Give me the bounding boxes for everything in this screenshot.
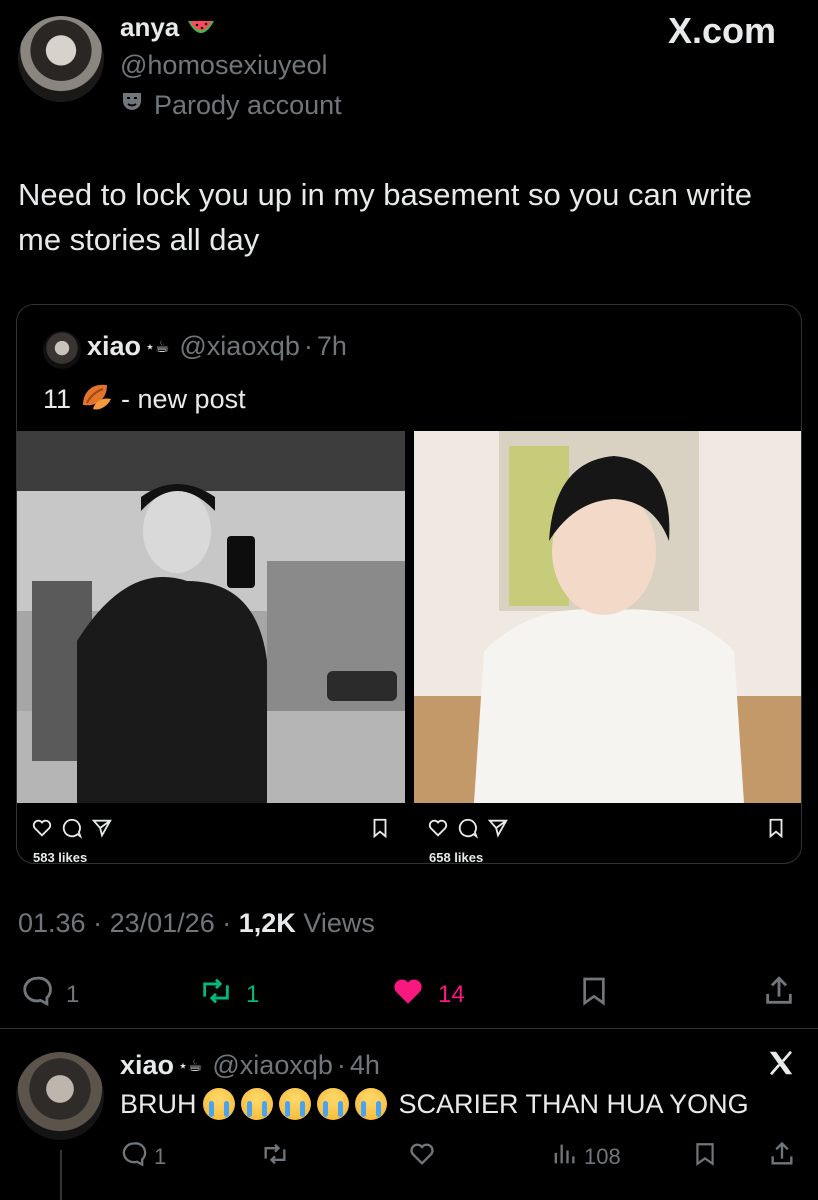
quoted-tweet-card[interactable]: xiao ⋆☕ @xiaoxqb · 7h 11 - new post 583 … [16,304,802,864]
quoted-photo-portrait[interactable] [414,431,801,803]
heart-filled-icon [390,974,426,1015]
thread-line [60,1150,62,1200]
theater-mask-icon [120,90,144,121]
loudly-crying-face-icon [202,1088,235,1120]
reply-like-button[interactable] [408,1140,436,1174]
reply-repost-button[interactable] [260,1140,290,1174]
reply-author-avatar[interactable] [16,1052,104,1140]
quoted-author-handle[interactable]: @xiaoxqb [179,331,299,362]
quoted-text: 11 - new post [43,381,246,418]
watermelon-icon [187,12,215,42]
quoted-time[interactable]: 7h [317,331,347,362]
reply-time[interactable]: 4h [350,1050,380,1081]
comment-icon[interactable] [61,817,83,844]
photo1-action-row [31,815,391,845]
loudly-crying-face-icon [240,1088,273,1120]
tweet-date[interactable]: 23/01/26 [110,908,215,938]
quoted-text-prefix: 11 [43,384,72,414]
send-icon[interactable] [487,817,509,844]
engagement-bar: 1 1 14 [0,966,818,1016]
bookmark-icon[interactable] [369,817,391,844]
separator-dot: · [336,1050,346,1080]
share-button[interactable] [762,974,796,1015]
author-avatar[interactable] [18,16,104,102]
reply-reply-count: 1 [154,1144,167,1169]
repost-count: 1 [246,980,260,1008]
bookmark-icon [578,974,610,1015]
tweet-text: Need to lock you up in my basement so yo… [18,177,753,257]
x-logo-icon [766,1048,796,1083]
bookmark-icon[interactable] [765,817,787,844]
analytics-icon [550,1140,578,1174]
heart-outline-icon [408,1140,436,1174]
repost-icon [198,974,234,1015]
reply-reply-button[interactable]: 1 [120,1140,166,1174]
reply-views-button[interactable]: 108 [550,1140,621,1174]
fallen-leaf-icon [79,381,113,418]
divider [0,1028,818,1029]
reply-count: 1 [66,980,80,1008]
quoted-photo-gym-selfie[interactable] [17,431,405,803]
quoted-author-name[interactable]: xiao [87,331,141,362]
separator-dot: · [222,908,232,938]
reply-bookmark-button[interactable] [692,1140,718,1174]
reply-text: BRUH SCARIER THAN HUA YONG [120,1088,749,1120]
quoted-author-row[interactable]: xiao ⋆☕ @xiaoxqb · 7h [87,331,347,362]
photo1-likes: 583 likes [33,850,88,864]
tweet-meta: 01.36 · 23/01/26 · 1,2K Views [18,908,375,939]
like-button[interactable]: 14 [390,974,465,1015]
separator-dot: · [303,331,313,361]
heart-outline-icon[interactable] [427,817,449,844]
quoted-text-suffix: - new post [121,384,246,414]
comment-icon[interactable] [457,817,479,844]
reply-action-bar: 1 108 [120,1140,810,1174]
reply-author-name[interactable]: xiao [120,1050,174,1081]
quoted-name-suffix: ⋆☕ [145,338,170,356]
send-icon[interactable] [91,817,113,844]
bookmark-button[interactable] [578,974,610,1015]
repost-icon [260,1140,290,1174]
views-label: Views [303,908,375,938]
reply-icon [20,974,54,1015]
photo2-action-row [427,815,787,845]
reply-author-handle[interactable]: @xiaoxqb [212,1050,332,1081]
author-name-row[interactable]: anya [120,12,215,43]
parody-label: Parody account [154,90,342,120]
reply-views-count: 108 [584,1144,621,1169]
author-display-name[interactable]: anya [120,12,179,42]
share-icon [762,974,796,1015]
reply-text-suffix: SCARIER THAN HUA YONG [398,1088,749,1119]
like-count: 14 [438,980,465,1008]
reply-author-row[interactable]: xiao ⋆☕ @xiaoxqb · 4h [120,1050,380,1081]
quoted-author-avatar[interactable] [43,331,81,369]
loudly-crying-face-icon [354,1088,387,1120]
reply-button[interactable]: 1 [20,974,79,1015]
photo2-likes: 658 likes [429,850,484,864]
reply-name-suffix: ⋆☕ [178,1057,203,1075]
heart-outline-icon[interactable] [31,817,53,844]
reply-share-button[interactable] [768,1140,796,1174]
repost-button[interactable]: 1 [198,974,259,1015]
loudly-crying-face-icon [316,1088,349,1120]
reply-text-prefix: BRUH [120,1088,197,1119]
tweet-time[interactable]: 01.36 [18,908,86,938]
parody-badge: Parody account [120,90,342,121]
author-handle[interactable]: @homosexiuyeol [120,50,328,81]
separator-dot: · [93,908,103,938]
bookmark-icon [692,1140,718,1174]
loudly-crying-face-icon [278,1088,311,1120]
views-count[interactable]: 1,2K [239,908,296,938]
share-icon [768,1140,796,1174]
x-com-watermark: X.com [667,10,776,51]
reply-icon [120,1140,148,1174]
